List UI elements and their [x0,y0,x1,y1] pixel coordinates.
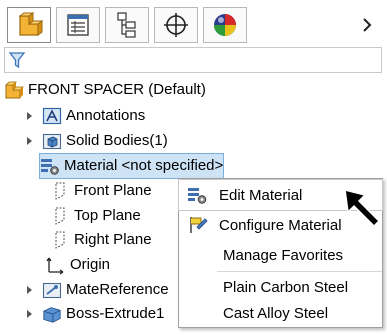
filter-bar[interactable] [4,47,382,73]
tree-item-label: Origin [70,256,111,273]
plane-icon [50,230,70,250]
menu-item-cast-alloy-steel[interactable]: Cast Alloy Steel [179,298,382,328]
plane-icon [50,181,70,201]
tree-item-label: Top Plane [74,207,141,224]
tab-configuration-manager[interactable] [105,7,149,43]
tree-item-right-plane[interactable]: Right Plane [50,228,152,252]
edit-material-icon [185,185,211,205]
tree-item-material[interactable]: Material <not specified> [38,153,225,179]
expand-arrow-icon[interactable] [24,135,36,147]
tree-root-label: FRONT SPACER (Default) [28,81,206,98]
feature-manager-toolbar [3,3,383,44]
tree-item-boss-extrude1[interactable]: Boss-Extrude1 [24,302,164,326]
menu-item-label: Configure Material [219,216,342,234]
material-icon [40,156,60,176]
appearance-ball-icon [214,14,236,36]
tab-display-manager[interactable] [203,7,247,43]
tree-item-origin[interactable]: Origin [46,253,110,277]
menu-item-label: Edit Material [219,186,303,204]
tree-item-solid-bodies[interactable]: Solid Bodies(1) [24,129,168,153]
tree-item-label: Front Plane [74,182,152,199]
configure-material-icon [185,215,211,235]
tab-feature-manager[interactable] [7,7,51,43]
feature-manager-icon [18,12,44,36]
expand-arrow-icon[interactable] [24,284,36,296]
tree-item-front-plane[interactable]: Front Plane [50,179,152,203]
tab-property-manager[interactable] [56,7,100,43]
tree-item-matereference[interactable]: MateReference [24,278,169,302]
tree-item-label: MateReference [66,281,169,298]
menu-item-label: Cast Alloy Steel [223,304,329,322]
tree-root-part[interactable]: FRONT SPACER (Default) [4,78,206,102]
mouse-pointer-icon [344,189,381,228]
origin-icon [46,255,66,275]
menu-item-manage-favorites[interactable]: Manage Favorites [179,240,382,270]
mate-reference-folder-icon [42,280,62,300]
part-icon [4,80,24,100]
crosshair-icon [164,13,188,37]
property-manager-icon [67,14,89,36]
tree-item-label: Annotations [66,107,146,124]
menu-item-label: Manage Favorites [223,246,344,264]
menu-item-label: Plain Carbon Steel [223,278,349,296]
expand-arrow-icon[interactable] [24,308,36,320]
expand-arrow-icon[interactable] [24,110,36,122]
filter-icon[interactable] [8,51,26,69]
annotations-icon [42,106,62,126]
solid-bodies-folder-icon [42,131,62,151]
tab-dimxpert-manager[interactable] [154,7,198,43]
tree-item-top-plane[interactable]: Top Plane [50,204,141,228]
tree-item-label: Boss-Extrude1 [66,305,165,322]
tree-item-label: Solid Bodies(1) [66,132,168,149]
tree-item-label: Material <not specified> [64,157,224,174]
plane-icon [50,206,70,226]
tree-item-label: Right Plane [74,231,152,248]
more-tabs-chevron-icon[interactable] [351,7,383,43]
tree-item-annotations[interactable]: Annotations [24,104,145,128]
configuration-manager-icon [117,12,136,38]
boss-extrude-icon [42,304,62,324]
